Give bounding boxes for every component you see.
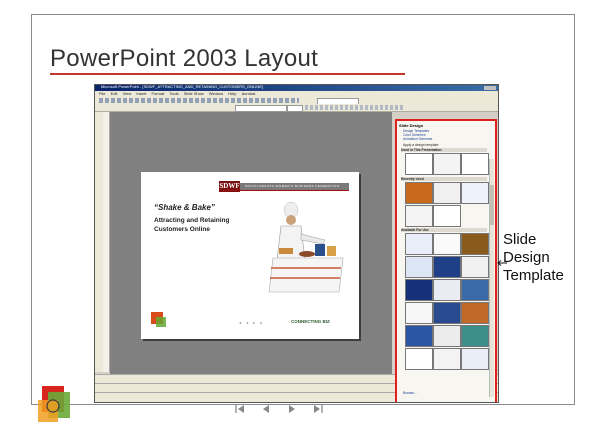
template-thumbnail[interactable] <box>461 256 489 278</box>
font-select[interactable] <box>235 105 287 112</box>
menu-slide-show[interactable]: Slide Show <box>184 91 204 96</box>
last-slide-button[interactable] <box>310 401 326 417</box>
menu-help[interactable]: Help <box>228 91 236 96</box>
last-slide-icon <box>314 405 323 413</box>
slide-editing-canvas[interactable]: SDWF SOUTH DAKOTA WOMEN'S BUSINESS FEDER… <box>110 112 392 374</box>
powerpoint-window: Microsoft PowerPoint - [SDWF_ATTRACTING_… <box>94 84 499 403</box>
vertical-ruler <box>103 112 110 372</box>
next-slide-button[interactable] <box>284 401 300 417</box>
menu-insert[interactable]: Insert <box>136 91 146 96</box>
menu-format[interactable]: Format <box>151 91 164 96</box>
menu-file[interactable]: File <box>99 91 105 96</box>
menu-view[interactable]: View <box>123 91 132 96</box>
template-thumbnail[interactable] <box>405 302 433 324</box>
template-thumbnail[interactable] <box>461 348 489 370</box>
template-thumbnail[interactable] <box>461 153 489 175</box>
template-thumbnail[interactable] <box>433 205 461 227</box>
preview-subtitle: Attracting and Retaining Customers Onlin… <box>154 217 230 233</box>
banner-rule <box>221 190 349 191</box>
preview-headline: “Shake & Bake” <box>154 203 215 212</box>
next-slide-icon <box>289 405 295 413</box>
chef-photo <box>268 201 344 293</box>
section-available-for-use: Available For Use <box>401 228 487 232</box>
presentation-logo <box>38 386 70 422</box>
template-thumbnail[interactable] <box>405 205 433 227</box>
font-size-select[interactable] <box>287 105 303 112</box>
template-thumbnail[interactable] <box>433 279 461 301</box>
standard-toolbar-buttons[interactable] <box>99 98 299 103</box>
first-slide-icon <box>235 405 244 413</box>
animation-schemes-link[interactable]: Animation Schemes <box>403 137 432 141</box>
previous-slide-icon <box>263 405 269 413</box>
slide-title: PowerPoint 2003 Layout <box>50 45 319 72</box>
formatting-toolbar <box>95 104 498 112</box>
previous-slide-button[interactable] <box>258 401 274 417</box>
template-thumbnail[interactable] <box>461 182 489 204</box>
template-thumbnail[interactable] <box>433 233 461 255</box>
template-thumbnail[interactable] <box>433 302 461 324</box>
template-thumbnail[interactable] <box>461 325 489 347</box>
slide-design-task-pane: Slide Design Design Templates Color Sche… <box>395 119 497 402</box>
slide-brand: CONNECTING BIZ <box>291 319 330 324</box>
task-pane-scrollbar[interactable] <box>489 159 494 397</box>
slide-navigation <box>232 398 352 420</box>
slide-corner-logo-accent <box>156 317 166 327</box>
template-thumbnail[interactable] <box>461 233 489 255</box>
annotation-line: Design <box>503 249 550 266</box>
template-thumbnail[interactable] <box>405 233 433 255</box>
template-thumbnail[interactable] <box>405 279 433 301</box>
menu-edit[interactable]: Edit <box>111 91 118 96</box>
template-thumbnail[interactable] <box>433 153 461 175</box>
slide-nav-buttons[interactable]: ◂ ◂ ▸ ▸ <box>239 320 264 325</box>
template-thumbnail[interactable] <box>461 279 489 301</box>
formatting-toolbar-buttons[interactable] <box>305 105 405 110</box>
preview-slide[interactable]: SDWF SOUTH DAKOTA WOMEN'S BUSINESS FEDER… <box>141 172 359 339</box>
first-slide-button[interactable] <box>232 401 248 417</box>
annotation-label: Slide Design Template <box>503 231 564 285</box>
template-thumbnail[interactable] <box>405 182 433 204</box>
template-thumbnail[interactable] <box>433 348 461 370</box>
template-thumbnail[interactable] <box>433 325 461 347</box>
section-recently-used: Recently Used <box>401 177 487 181</box>
template-thumbnail[interactable] <box>433 256 461 278</box>
annotation-line: Slide <box>503 231 537 248</box>
task-pane-title[interactable]: Slide Design <box>399 123 491 128</box>
menu-window[interactable]: Window <box>209 91 223 96</box>
section-used-in-presentation: Used in This Presentation <box>401 148 487 152</box>
title-underline <box>50 73 405 75</box>
apply-template-label: Apply a design template: <box>403 143 440 147</box>
annotation-line: Template <box>503 267 564 284</box>
menu-tools[interactable]: Tools <box>169 91 178 96</box>
template-thumbnail[interactable] <box>461 302 489 324</box>
template-thumbnail[interactable] <box>405 153 433 175</box>
template-thumbnail[interactable] <box>405 348 433 370</box>
menu-acrobat[interactable]: Acrobat <box>242 91 256 96</box>
template-thumbnail[interactable] <box>405 325 433 347</box>
window-controls[interactable] <box>484 86 496 90</box>
task-pane-scroll-thumb[interactable] <box>490 185 494 225</box>
template-thumbnail[interactable] <box>405 256 433 278</box>
banner-text: SOUTH DAKOTA WOMEN'S BUSINESS FEDERATION <box>245 184 340 188</box>
template-thumbnail[interactable] <box>433 182 461 204</box>
window-title: Microsoft PowerPoint - [SDWF_ATTRACTING_… <box>101 84 264 89</box>
browse-link[interactable]: Browse... <box>403 391 417 395</box>
